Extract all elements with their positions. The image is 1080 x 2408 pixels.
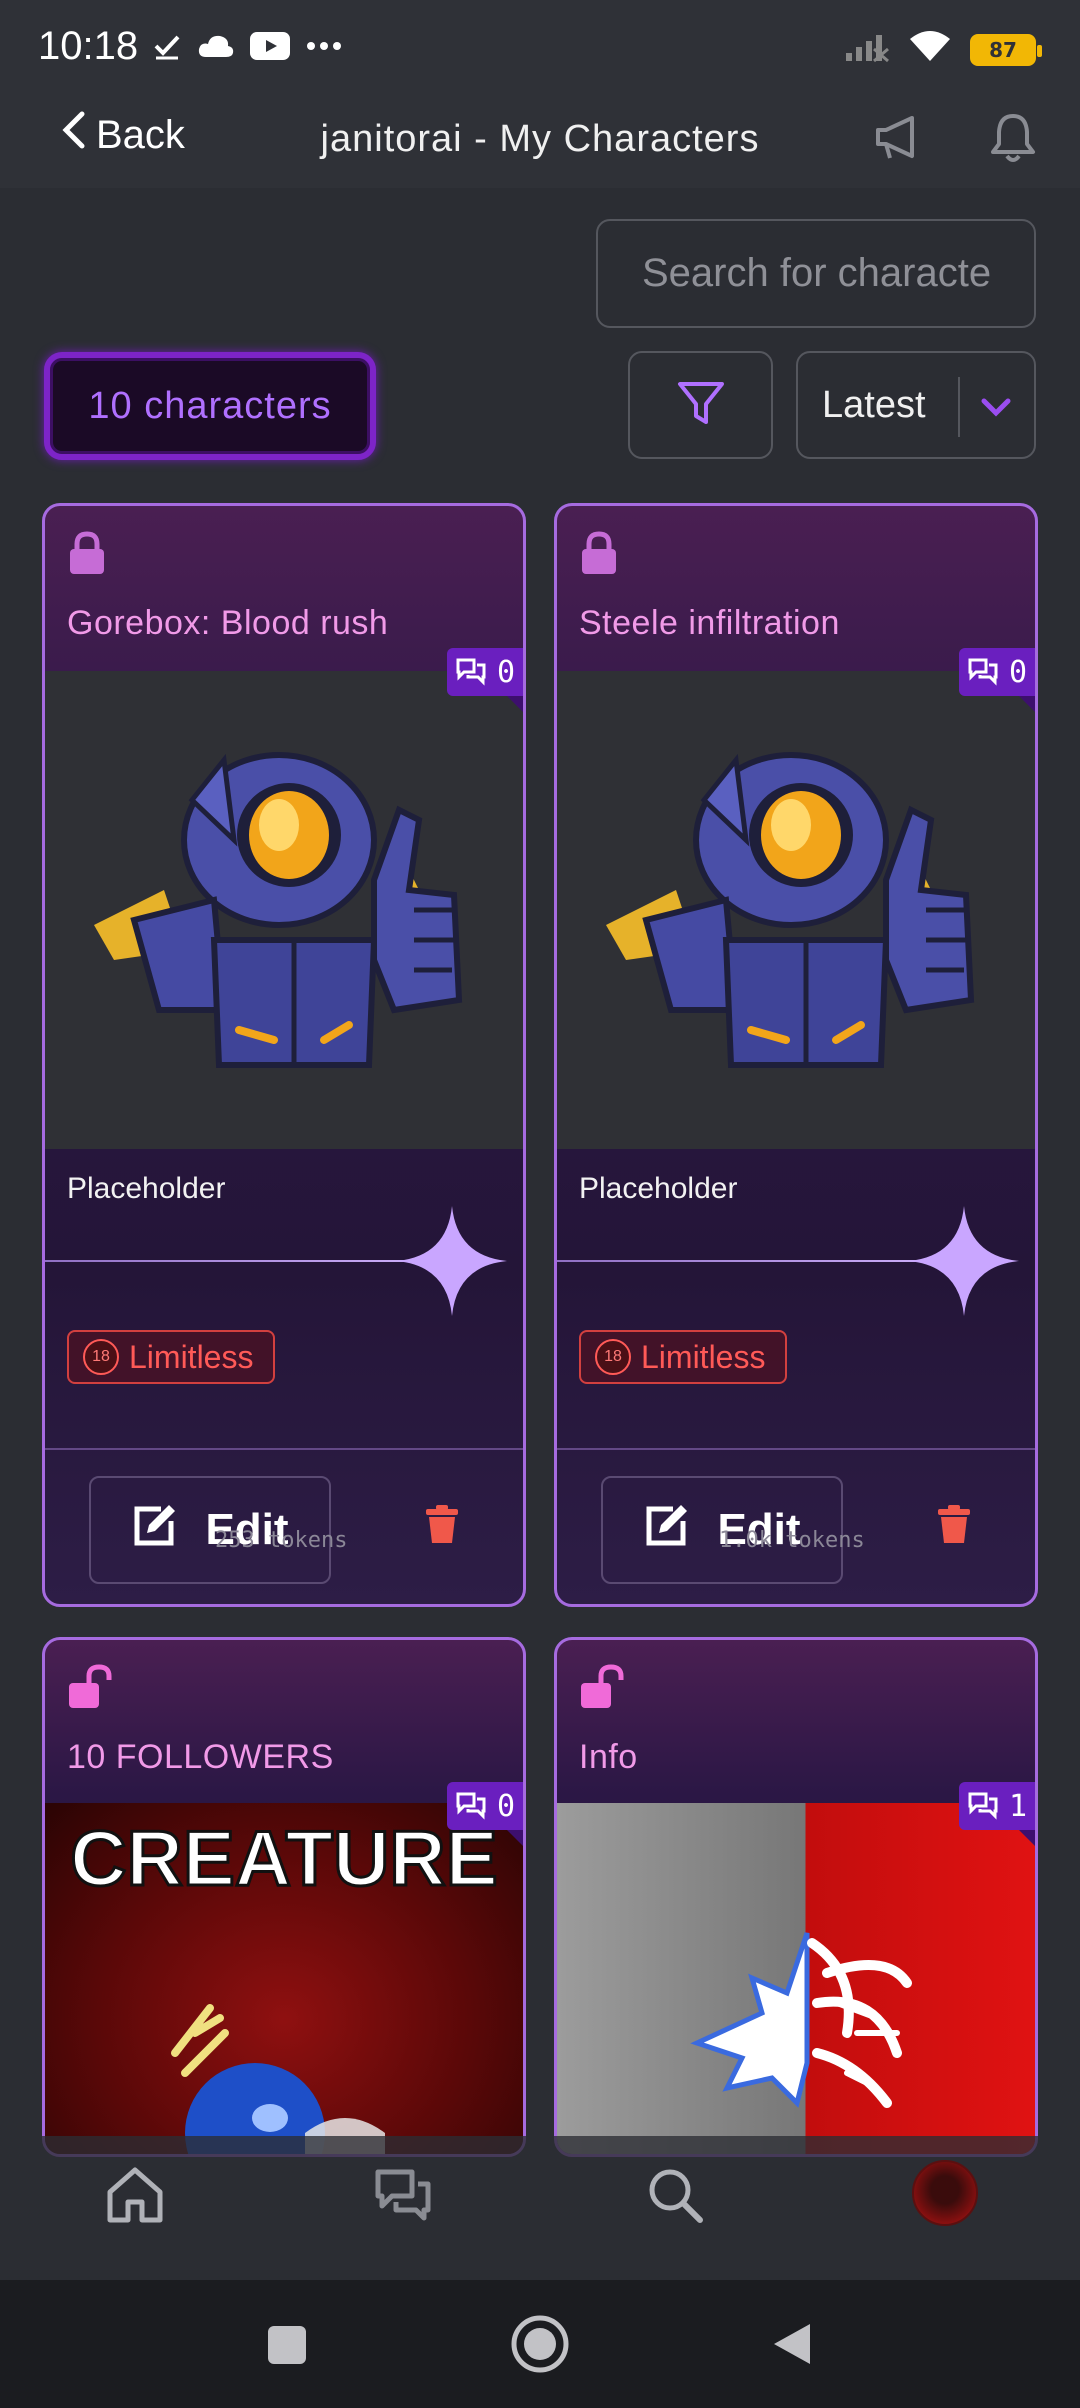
card-divider — [557, 1448, 1035, 1450]
creature-text: CREATURE — [70, 1814, 498, 1902]
decorative-line — [45, 1260, 457, 1262]
wifi-icon — [908, 28, 952, 72]
robot-illustration — [606, 752, 975, 1068]
age-18-icon: 18 — [595, 1339, 631, 1375]
chat-count-tag: 0 — [446, 648, 523, 714]
character-description: Placeholder — [67, 1172, 226, 1205]
limitless-label: Limitless — [129, 1338, 254, 1375]
character-name[interactable]: Gorebox: Blood rush — [67, 604, 388, 643]
character-name[interactable]: Steele infiltration — [579, 604, 840, 643]
character-card[interactable]: 10 FOLLOWERS CREATURE 0 — [42, 1637, 526, 2157]
filter-icon — [676, 380, 726, 430]
filter-button[interactable] — [628, 351, 773, 459]
chat-icon[interactable] — [372, 2164, 434, 2230]
chevron-down-icon — [976, 387, 1016, 437]
character-name[interactable]: 10 FOLLOWERS — [67, 1738, 334, 1777]
chat-count: 0 — [496, 1788, 515, 1824]
check-icon — [152, 31, 182, 61]
decorative-line — [557, 1260, 969, 1262]
character-image[interactable] — [557, 1803, 1035, 2154]
sparkle-icon — [397, 1206, 507, 1320]
avatar[interactable] — [912, 2160, 978, 2226]
sparkle-icon — [909, 1206, 1019, 1320]
chat-bubbles-icon — [968, 658, 998, 686]
character-card[interactable]: Gorebox: Blood rush 0 Placeholder 18 Lim… — [42, 503, 526, 1607]
chat-bubbles-icon — [456, 1792, 486, 1820]
bottom-nav — [0, 2136, 1080, 2280]
character-image[interactable]: CREATURE — [45, 1803, 523, 2154]
megaphone-icon[interactable] — [872, 112, 926, 166]
limitless-tag[interactable]: 18 Limitless — [579, 1330, 788, 1384]
battery-icon: 87 — [970, 34, 1042, 66]
trash-icon[interactable] — [937, 1504, 971, 1548]
signal-off-icon — [844, 28, 890, 72]
character-card[interactable]: Steele infiltration 0 Placeholder 18 Lim… — [554, 503, 1038, 1607]
trash-icon[interactable] — [425, 1504, 459, 1548]
edit-icon — [131, 1503, 179, 1558]
search-input[interactable] — [596, 219, 1036, 328]
character-name[interactable]: Info — [579, 1738, 638, 1777]
sort-divider — [958, 377, 960, 437]
unlock-icon — [67, 1664, 113, 1714]
limitless-label: Limitless — [641, 1338, 766, 1375]
bell-icon[interactable] — [990, 110, 1036, 168]
unlock-icon — [579, 1664, 625, 1714]
robot-illustration — [94, 752, 463, 1068]
token-count: 253 tokens — [215, 1528, 348, 1553]
creature-illustration: CREATURE — [69, 1813, 499, 2154]
back-triangle-icon[interactable] — [770, 2320, 814, 2372]
sort-select[interactable]: Latest — [796, 351, 1036, 459]
chat-bubbles-icon — [968, 1792, 998, 1820]
lock-icon — [67, 530, 107, 580]
maple-leaf-illustration — [690, 1932, 912, 2108]
search-icon[interactable] — [644, 2164, 706, 2230]
youtube-icon — [250, 32, 291, 60]
card-divider — [45, 1448, 523, 1450]
chat-count: 1 — [1008, 1788, 1027, 1824]
lock-icon — [579, 530, 619, 580]
battery-level: 87 — [989, 38, 1017, 62]
chat-count-tag: 0 — [958, 648, 1035, 714]
home-icon[interactable] — [104, 2164, 166, 2230]
more-dots-icon — [306, 41, 342, 51]
character-image[interactable] — [45, 671, 523, 1149]
chat-bubbles-icon — [456, 658, 486, 686]
token-count: 1.0k tokens — [719, 1528, 865, 1553]
limitless-tag[interactable]: 18 Limitless — [67, 1330, 276, 1384]
status-bar: 10:18 87 — [0, 0, 1080, 92]
edit-icon — [643, 1503, 691, 1558]
character-count-badge: 10 characters — [44, 352, 376, 460]
recent-apps-icon[interactable] — [266, 2324, 308, 2370]
chat-count: 0 — [496, 654, 515, 690]
character-image[interactable] — [557, 671, 1035, 1149]
chat-count-tag: 1 — [958, 1782, 1035, 1848]
character-card[interactable]: Info 1 — [554, 1637, 1038, 2157]
chat-count-tag: 0 — [446, 1782, 523, 1848]
age-18-icon: 18 — [83, 1339, 119, 1375]
clock: 10:18 — [38, 23, 139, 68]
cloud-icon — [198, 33, 234, 59]
sort-value: Latest — [822, 383, 926, 426]
home-button-icon[interactable] — [510, 2314, 570, 2378]
character-description: Placeholder — [579, 1172, 738, 1205]
system-nav-bar — [0, 2280, 1080, 2408]
chat-count: 0 — [1008, 654, 1027, 690]
app-bar: Back janitorai - My Characters — [0, 92, 1080, 188]
